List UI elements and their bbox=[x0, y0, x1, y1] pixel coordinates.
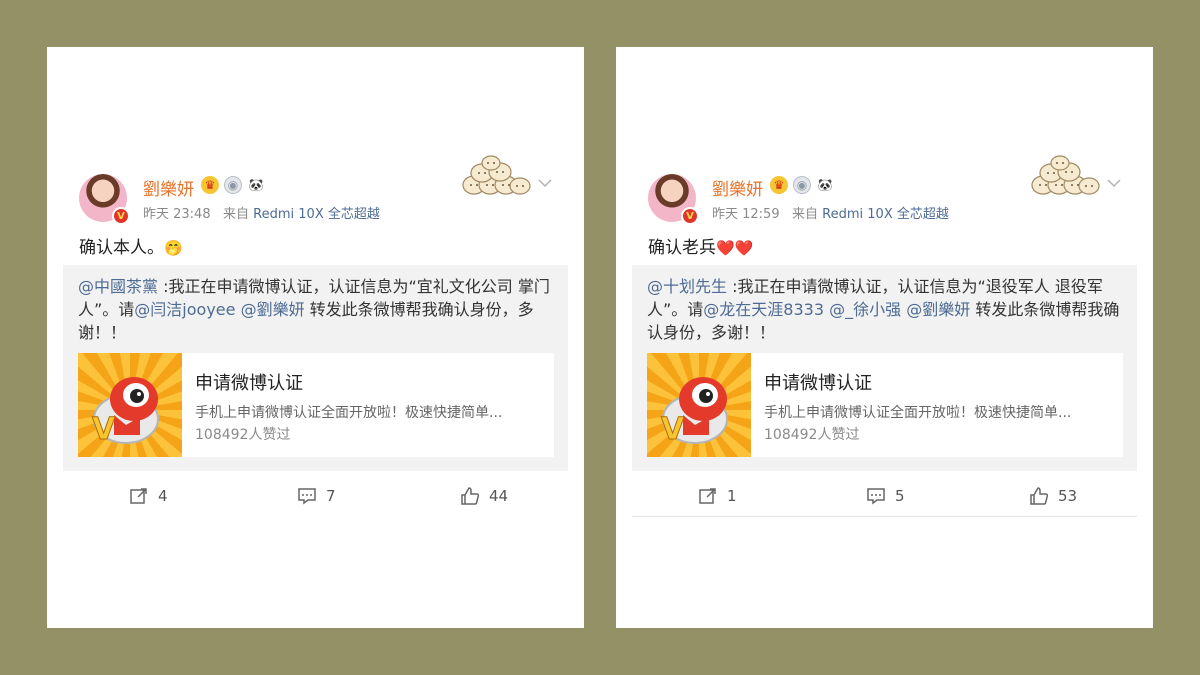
hedgehog-decoration-icon bbox=[462, 155, 531, 195]
user-badges: ♛ ◉ 🐼 bbox=[201, 176, 265, 194]
weibo-post-card-right: V 劉樂妍 ♛ ◉ 🐼 昨天 12:59 来自 Redmi 10X 全芯超越 确… bbox=[616, 47, 1153, 628]
link-like-count: 108492人赞过 bbox=[195, 427, 291, 443]
reposted-content[interactable]: @中國茶黨 :我正在申请微博认证，认证信息为“宜礼文化公司 掌门人”。请@闫洁j… bbox=[63, 265, 568, 471]
verified-badge-icon: V bbox=[112, 207, 130, 225]
link-description: 手机上申请微博认证全面开放啦！极速快捷简单... bbox=[195, 405, 503, 421]
like-count: 44 bbox=[489, 487, 509, 505]
post-meta: 昨天 12:59 来自 Redmi 10X 全芯超越 bbox=[712, 203, 949, 222]
share-icon bbox=[130, 488, 147, 504]
medal-badge-icon[interactable]: ◉ bbox=[224, 176, 242, 194]
repost-button[interactable]: 1 bbox=[698, 486, 737, 506]
repost-count: 4 bbox=[158, 487, 168, 505]
reposted-text: @中國茶黨 :我正在申请微博认证，认证信息为“宜礼文化公司 掌门人”。请@闫洁j… bbox=[78, 275, 554, 344]
comment-count: 5 bbox=[895, 487, 905, 505]
mention-link[interactable]: @龙在天涯8333 bbox=[703, 300, 824, 319]
emoji-icon: 🤭 bbox=[164, 239, 183, 257]
panda-icon[interactable]: 🐼 bbox=[816, 176, 834, 194]
weibo-verify-logo-icon: V bbox=[78, 353, 182, 457]
reposted-text: @十划先生 :我正在申请微博认证，认证信息为“退役军人 退役军人”。请@龙在天涯… bbox=[647, 275, 1123, 344]
thumbs-up-icon bbox=[461, 487, 480, 505]
mention-link[interactable]: @劉樂妍 bbox=[906, 300, 970, 319]
comment-icon bbox=[867, 488, 885, 505]
user-badges: ♛ ◉ 🐼 bbox=[770, 176, 834, 194]
thumbs-up-icon bbox=[1030, 487, 1049, 505]
weibo-verify-logo-icon: V bbox=[647, 353, 751, 457]
post-text-body: 确认老兵 bbox=[648, 238, 716, 258]
source-prefix: 来自 bbox=[792, 207, 819, 222]
source-prefix: 来自 bbox=[223, 207, 250, 222]
post-time: 昨天 23:48 bbox=[143, 207, 211, 222]
repost-count: 1 bbox=[727, 487, 737, 505]
post-text-body: 确认本人。 bbox=[79, 238, 164, 258]
reposted-content[interactable]: @十划先生 :我正在申请微博认证，认证信息为“退役军人 退役军人”。请@龙在天涯… bbox=[632, 265, 1137, 471]
svg-text:V: V bbox=[661, 412, 685, 447]
post-text: 确认本人。🤭 bbox=[79, 233, 183, 258]
verified-badge-icon: V bbox=[681, 207, 699, 225]
crown-badge-icon[interactable]: ♛ bbox=[201, 176, 219, 194]
mention-link[interactable]: @十划先生 bbox=[647, 277, 727, 296]
like-button[interactable]: 53 bbox=[1029, 486, 1077, 506]
repost-button[interactable]: 4 bbox=[129, 486, 168, 506]
like-count: 53 bbox=[1058, 487, 1078, 505]
chevron-down-icon[interactable] bbox=[537, 175, 553, 191]
comment-button[interactable]: 7 bbox=[297, 486, 336, 506]
svg-text:V: V bbox=[92, 412, 116, 447]
link-card[interactable]: V 申请微博认证 手机上申请微博认证全面开放啦！极速快捷简单... 108492… bbox=[647, 353, 1123, 457]
weibo-post-card-left: V 劉樂妍 ♛ ◉ 🐼 昨天 23:48 来自 Redmi 10X 全芯超越 确… bbox=[47, 47, 584, 628]
post-text: 确认老兵❤️❤️ bbox=[648, 233, 753, 258]
share-icon bbox=[699, 488, 716, 504]
comment-button[interactable]: 5 bbox=[866, 486, 905, 506]
heart-emoji-icon: ❤️❤️ bbox=[716, 239, 754, 257]
username[interactable]: 劉樂妍 bbox=[143, 175, 194, 200]
link-description: 手机上申请微博认证全面开放啦！极速快捷简单... bbox=[764, 405, 1072, 421]
link-title: 申请微博认证 bbox=[195, 373, 303, 394]
avatar[interactable]: V bbox=[79, 174, 130, 225]
divider bbox=[632, 516, 1137, 517]
comment-icon bbox=[298, 488, 316, 505]
chevron-down-icon[interactable] bbox=[1106, 175, 1122, 191]
post-meta: 昨天 23:48 来自 Redmi 10X 全芯超越 bbox=[143, 203, 380, 222]
link-card[interactable]: V 申请微博认证 手机上申请微博认证全面开放啦！极速快捷简单... 108492… bbox=[78, 353, 554, 457]
comment-count: 7 bbox=[326, 487, 336, 505]
medal-badge-icon[interactable]: ◉ bbox=[793, 176, 811, 194]
avatar[interactable]: V bbox=[648, 174, 699, 225]
link-title: 申请微博认证 bbox=[764, 373, 872, 394]
mention-link[interactable]: @劉樂妍 bbox=[241, 300, 305, 319]
link-like-count: 108492人赞过 bbox=[764, 427, 860, 443]
hedgehog-decoration-icon bbox=[1031, 155, 1100, 195]
panda-icon[interactable]: 🐼 bbox=[247, 176, 265, 194]
mention-link[interactable]: @闫洁jooyee bbox=[134, 300, 235, 319]
action-bar: 1 5 53 bbox=[616, 486, 1153, 510]
mention-link[interactable]: @_徐小强 bbox=[829, 300, 901, 319]
username[interactable]: 劉樂妍 bbox=[712, 175, 763, 200]
mention-link[interactable]: @中國茶黨 bbox=[78, 277, 158, 296]
post-time: 昨天 12:59 bbox=[712, 207, 780, 222]
action-bar: 4 7 44 bbox=[47, 486, 584, 510]
device-link[interactable]: Redmi 10X 全芯超越 bbox=[253, 207, 380, 222]
device-link[interactable]: Redmi 10X 全芯超越 bbox=[822, 207, 949, 222]
crown-badge-icon[interactable]: ♛ bbox=[770, 176, 788, 194]
like-button[interactable]: 44 bbox=[460, 486, 508, 506]
